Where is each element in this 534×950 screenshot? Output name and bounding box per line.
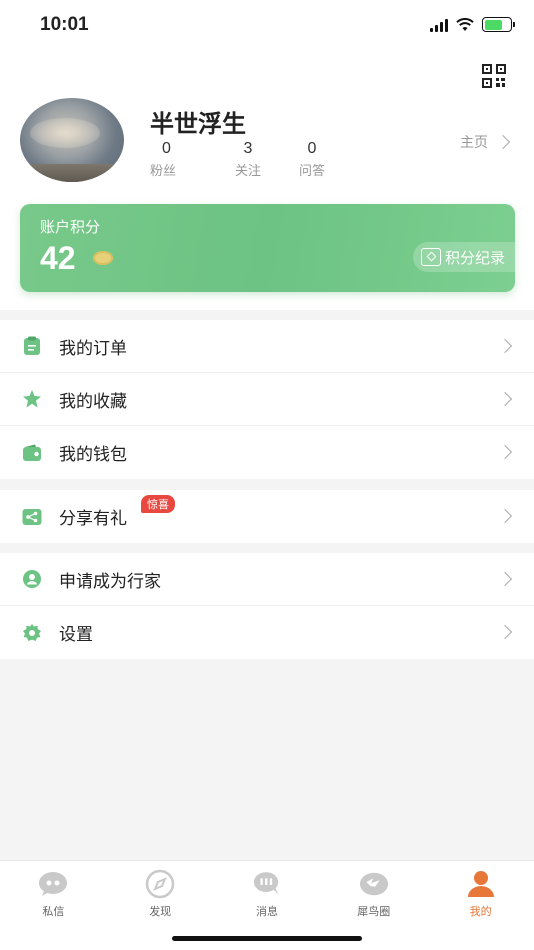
avatar[interactable] <box>20 98 124 182</box>
chevron-right-icon <box>497 571 513 587</box>
stat-value: 0 <box>307 140 317 157</box>
homepage-label: 主页 <box>460 135 488 151</box>
stat-label: 关注 <box>234 164 261 179</box>
chat-bubble-icon <box>38 869 68 899</box>
menu-group-more: 申请成为行家 设置 <box>0 553 534 659</box>
user-icon <box>22 569 42 589</box>
profile-stats: 0 粉丝 3 关注 0 问答 <box>150 140 344 179</box>
star-icon <box>22 389 42 409</box>
tab-private-messages[interactable]: 私信 <box>0 861 107 950</box>
tab-label: 犀鸟圈 <box>357 905 391 918</box>
menu-label: 申请成为行家 <box>59 571 161 592</box>
menu-label: 设置 <box>59 625 93 645</box>
points-title: 账户积分 <box>40 218 101 236</box>
status-bar: 10:01 <box>0 0 534 52</box>
menu-group-share: 分享有礼 惊喜 <box>0 490 534 543</box>
status-icons <box>430 17 515 32</box>
stat-qa[interactable]: 0 问答 <box>280 140 344 179</box>
signal-icon <box>430 18 448 32</box>
gear-icon <box>22 623 42 643</box>
tab-label: 发现 <box>149 905 172 918</box>
status-time: 10:01 <box>40 14 89 35</box>
homepage-link[interactable]: 主页 <box>460 132 511 152</box>
stat-fans[interactable]: 0 粉丝 <box>150 140 216 179</box>
chevron-right-icon <box>497 444 513 460</box>
points-value: 42 <box>40 240 76 276</box>
menu-item-settings[interactable]: 设置 <box>0 606 534 659</box>
stat-label: 粉丝 <box>150 164 177 179</box>
menu-label: 我的收藏 <box>59 391 127 412</box>
compass-icon <box>145 869 175 899</box>
chevron-right-icon <box>495 134 511 150</box>
stat-label: 问答 <box>298 164 325 179</box>
clipboard-icon <box>22 336 42 356</box>
profile-header: 半世浮生 0 粉丝 3 关注 0 问答 主页 账户积分 42 积分纪录 <box>0 52 534 310</box>
chevron-right-icon <box>497 338 513 354</box>
stat-value: 0 <box>162 140 171 157</box>
person-icon <box>466 869 496 899</box>
menu-item-wallet[interactable]: 我的钱包 <box>0 426 534 479</box>
menu-item-orders[interactable]: 我的订单 <box>0 320 534 373</box>
chevron-right-icon <box>497 391 513 407</box>
menu-label: 我的订单 <box>59 338 127 359</box>
wallet-icon <box>22 443 42 463</box>
stat-value: 3 <box>243 140 253 157</box>
tab-mine[interactable]: 我的 <box>427 861 534 950</box>
surprise-badge: 惊喜 <box>141 495 175 513</box>
menu-item-favorites[interactable]: 我的收藏 <box>0 373 534 426</box>
wifi-icon <box>456 17 474 31</box>
menu-group-account: 我的订单 我的收藏 我的钱包 <box>0 320 534 479</box>
points-card: 账户积分 42 积分纪录 <box>20 204 515 292</box>
share-icon <box>22 507 42 527</box>
points-record-label: 积分纪录 <box>444 248 505 267</box>
menu-item-share[interactable]: 分享有礼 惊喜 <box>0 490 534 543</box>
menu-label: 我的钱包 <box>59 445 127 465</box>
message-icon <box>252 869 282 899</box>
username: 半世浮生 <box>150 110 246 138</box>
tab-label: 消息 <box>255 905 278 918</box>
home-indicator <box>172 936 362 941</box>
tab-label: 我的 <box>469 905 492 918</box>
chevron-right-icon <box>497 624 513 640</box>
points-record-button[interactable]: 积分纪录 <box>412 242 515 272</box>
record-icon <box>420 248 441 266</box>
qr-code-icon[interactable] <box>482 64 506 88</box>
tab-label: 私信 <box>42 905 65 918</box>
chevron-right-icon <box>497 508 513 524</box>
menu-label: 分享有礼 <box>59 509 127 529</box>
coin-icon <box>93 251 113 265</box>
bird-icon <box>359 869 389 899</box>
menu-item-become-expert[interactable]: 申请成为行家 <box>0 553 534 606</box>
battery-icon <box>482 17 515 32</box>
stat-following[interactable]: 3 关注 <box>216 140 280 179</box>
